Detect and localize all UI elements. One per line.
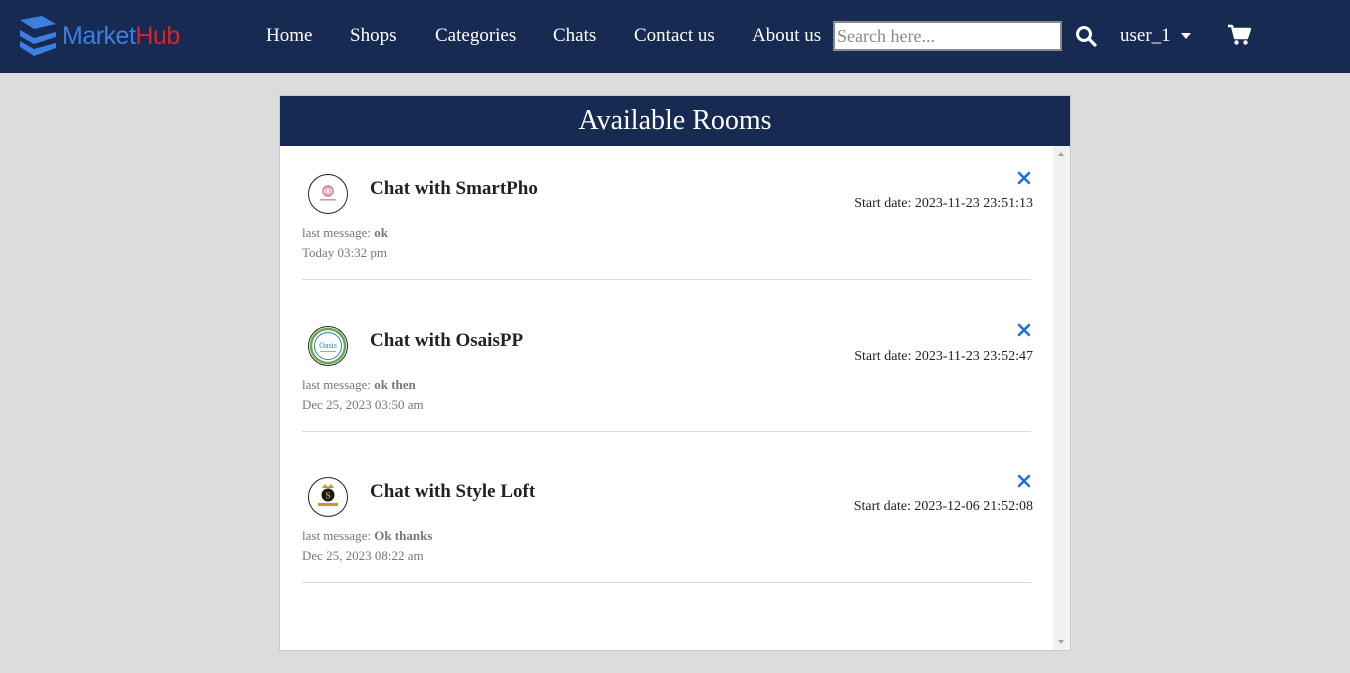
brand-name-part1: Market — [62, 21, 136, 50]
last-message-text: ok then — [374, 377, 416, 392]
nav-categories[interactable]: Categories — [435, 24, 516, 48]
layers-logo-icon — [20, 16, 56, 56]
room-last-message: last message: Ok thanks — [302, 528, 432, 544]
rooms-list[interactable]: Chat with SmartPho Start date: 2023-11-2… — [280, 146, 1070, 650]
brand-logo[interactable]: MarketHub — [18, 14, 180, 58]
room-start-date: Start date: 2023-11-23 23:51:13 — [854, 196, 1033, 212]
room-item[interactable]: Chat with SmartPho Start date: 2023-11-2… — [302, 146, 1033, 280]
last-message-label: last message: — [302, 528, 371, 543]
scroll-down-arrow-icon[interactable] — [1058, 640, 1064, 644]
username: user_1 — [1120, 25, 1171, 46]
room-start-date: Start date: 2023-12-06 21:52:08 — [854, 499, 1033, 515]
close-icon[interactable] — [1017, 323, 1031, 337]
smartpho-logo-icon — [310, 176, 346, 212]
nav-contact-us[interactable]: Contact us — [634, 24, 715, 48]
panel-title: Available Rooms — [280, 96, 1070, 146]
search-icon[interactable] — [1075, 25, 1097, 47]
brand-name-part2: Hub — [135, 21, 180, 50]
start-date-label: Start date: — [854, 349, 912, 364]
top-navbar: MarketHub Home Shops Categories Chats Co… — [0, 0, 1350, 73]
room-last-message: last message: ok — [302, 225, 388, 241]
room-message-time: Dec 25, 2023 08:22 am — [302, 548, 424, 563]
room-avatar — [308, 174, 348, 214]
oasis-logo-text: Oasis — [319, 341, 337, 350]
cart-icon[interactable] — [1227, 24, 1251, 46]
rooms-panel: Available Rooms Chat with SmartPho Start… — [279, 95, 1071, 651]
close-icon[interactable] — [1017, 474, 1031, 488]
caret-down-icon — [1180, 33, 1191, 39]
scroll-up-arrow-icon[interactable] — [1058, 152, 1064, 156]
room-start-date: Start date: 2023-11-23 23:52:47 — [854, 349, 1033, 365]
last-message-label: last message: — [302, 377, 371, 392]
last-message-text: ok — [374, 225, 388, 240]
last-message-label: last message: — [302, 225, 371, 240]
room-title: Chat with OsaisPP — [370, 330, 524, 351]
room-avatar: Oasis — [308, 326, 348, 366]
room-message-time: Dec 25, 2023 03:50 am — [302, 397, 424, 412]
close-icon[interactable] — [1017, 171, 1031, 185]
room-item[interactable]: S Chat with Style Loft Start date: 2023-… — [302, 449, 1033, 583]
last-message-text: Ok thanks — [374, 528, 433, 543]
room-avatar: S — [308, 477, 348, 517]
room-item[interactable]: Oasis Chat with OsaisPP Start date: 2023… — [302, 298, 1033, 432]
search-input[interactable] — [833, 21, 1062, 51]
room-last-message: last message: ok then — [302, 377, 416, 393]
start-date-value: 2023-11-23 23:51:13 — [914, 196, 1033, 211]
brand-name: MarketHub — [62, 21, 180, 50]
vertical-scrollbar[interactable] — [1053, 146, 1070, 650]
user-menu-dropdown[interactable]: user_1 — [1120, 24, 1191, 48]
start-date-label: Start date: — [854, 196, 912, 211]
style-loft-logo-icon: S — [310, 479, 346, 515]
nav-chats[interactable]: Chats — [553, 24, 596, 48]
start-date-value: 2023-12-06 21:52:08 — [914, 499, 1033, 514]
start-date-value: 2023-11-23 23:52:47 — [914, 349, 1033, 364]
nav-home[interactable]: Home — [266, 24, 312, 48]
nav-about-us[interactable]: About us — [752, 24, 821, 48]
room-title: Chat with Style Loft — [370, 481, 536, 502]
nav-shops[interactable]: Shops — [350, 24, 396, 48]
room-message-time: Today 03:32 pm — [302, 245, 388, 260]
start-date-label: Start date: — [853, 499, 911, 514]
room-title: Chat with SmartPho — [370, 178, 538, 199]
style-loft-logo-text: S — [325, 491, 330, 501]
oasis-logo-icon: Oasis — [309, 327, 347, 365]
